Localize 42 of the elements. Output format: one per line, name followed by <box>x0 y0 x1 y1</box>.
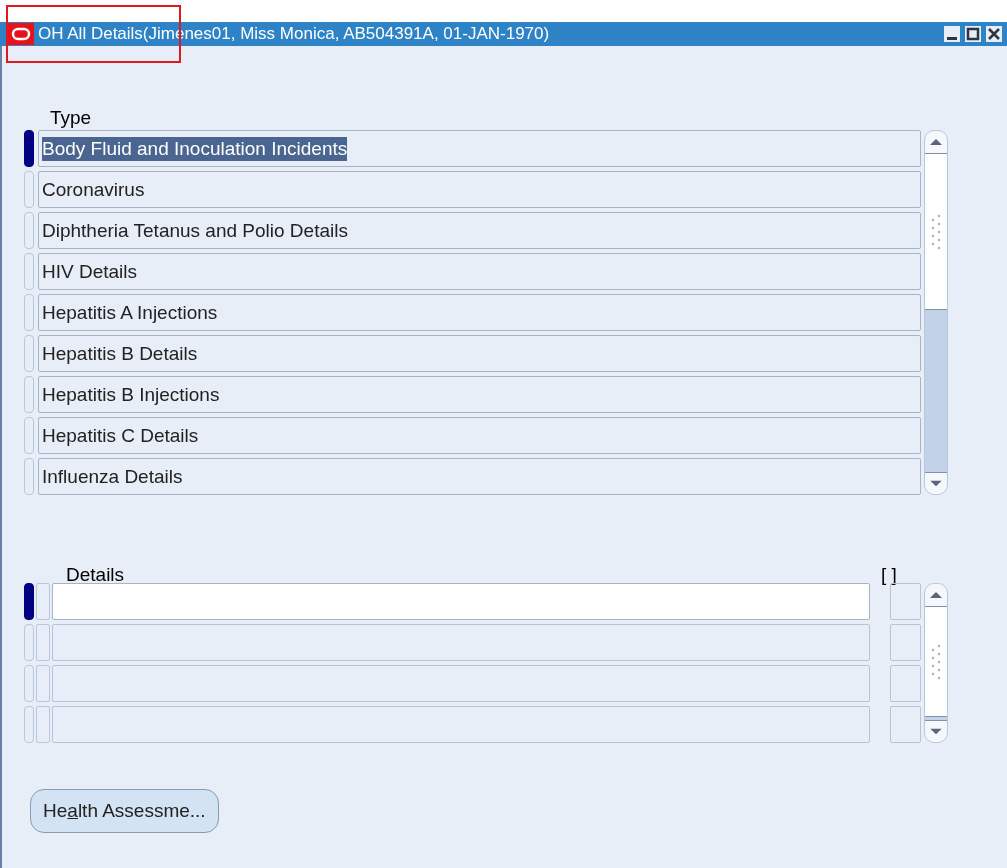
type-field[interactable]: Hepatitis C Details <box>38 417 921 454</box>
type-field[interactable]: Hepatitis B Injections <box>38 376 921 413</box>
logo-icon <box>8 23 34 45</box>
scrollbar[interactable] <box>924 130 948 495</box>
row-marker <box>36 624 50 661</box>
type-field[interactable]: Hepatitis A Injections <box>38 294 921 331</box>
type-value: Hepatitis B Details <box>42 341 198 366</box>
record-indicator[interactable] <box>24 583 34 620</box>
flex-field[interactable] <box>890 665 921 702</box>
flex-field[interactable] <box>890 583 921 620</box>
type-field[interactable]: Body Fluid and Inoculation Incidents <box>38 130 921 167</box>
type-field[interactable]: Coronavirus <box>38 171 921 208</box>
scrollbar[interactable] <box>924 583 948 743</box>
type-value: Hepatitis A Injections <box>42 300 218 325</box>
details-field[interactable] <box>52 583 870 620</box>
minimize-icon[interactable] <box>943 25 961 43</box>
type-value: Body Fluid and Inoculation Incidents <box>42 136 348 161</box>
column-heading: [ ] <box>881 563 898 587</box>
maximize-icon[interactable] <box>964 25 982 43</box>
row-marker <box>36 665 50 702</box>
type-value: HIV Details <box>42 259 138 284</box>
type-field[interactable]: Influenza Details <box>38 458 921 495</box>
details-field[interactable] <box>52 706 870 743</box>
row-marker <box>36 706 50 743</box>
column-heading: Type <box>50 106 93 130</box>
health-assessment-button[interactable]: Health Assessme... <box>30 789 219 833</box>
flex-field[interactable] <box>890 624 921 661</box>
close-icon[interactable] <box>985 25 1003 43</box>
flex-field[interactable] <box>890 706 921 743</box>
type-value: Influenza Details <box>42 464 183 489</box>
details-field[interactable] <box>52 624 870 661</box>
type-value: Diphtheria Tetanus and Polio Details <box>42 218 348 243</box>
details-field[interactable] <box>52 665 870 702</box>
type-value: Coronavirus <box>42 177 145 202</box>
type-field[interactable]: Diphtheria Tetanus and Polio Details <box>38 212 921 249</box>
type-field[interactable]: HIV Details <box>38 253 921 290</box>
type-value: Hepatitis C Details <box>42 423 199 448</box>
column-heading: Details <box>66 563 126 587</box>
row-marker <box>36 583 50 620</box>
record-indicator[interactable] <box>24 130 34 167</box>
type-value: Hepatitis B Injections <box>42 382 220 407</box>
type-field[interactable]: Hepatitis B Details <box>38 335 921 372</box>
